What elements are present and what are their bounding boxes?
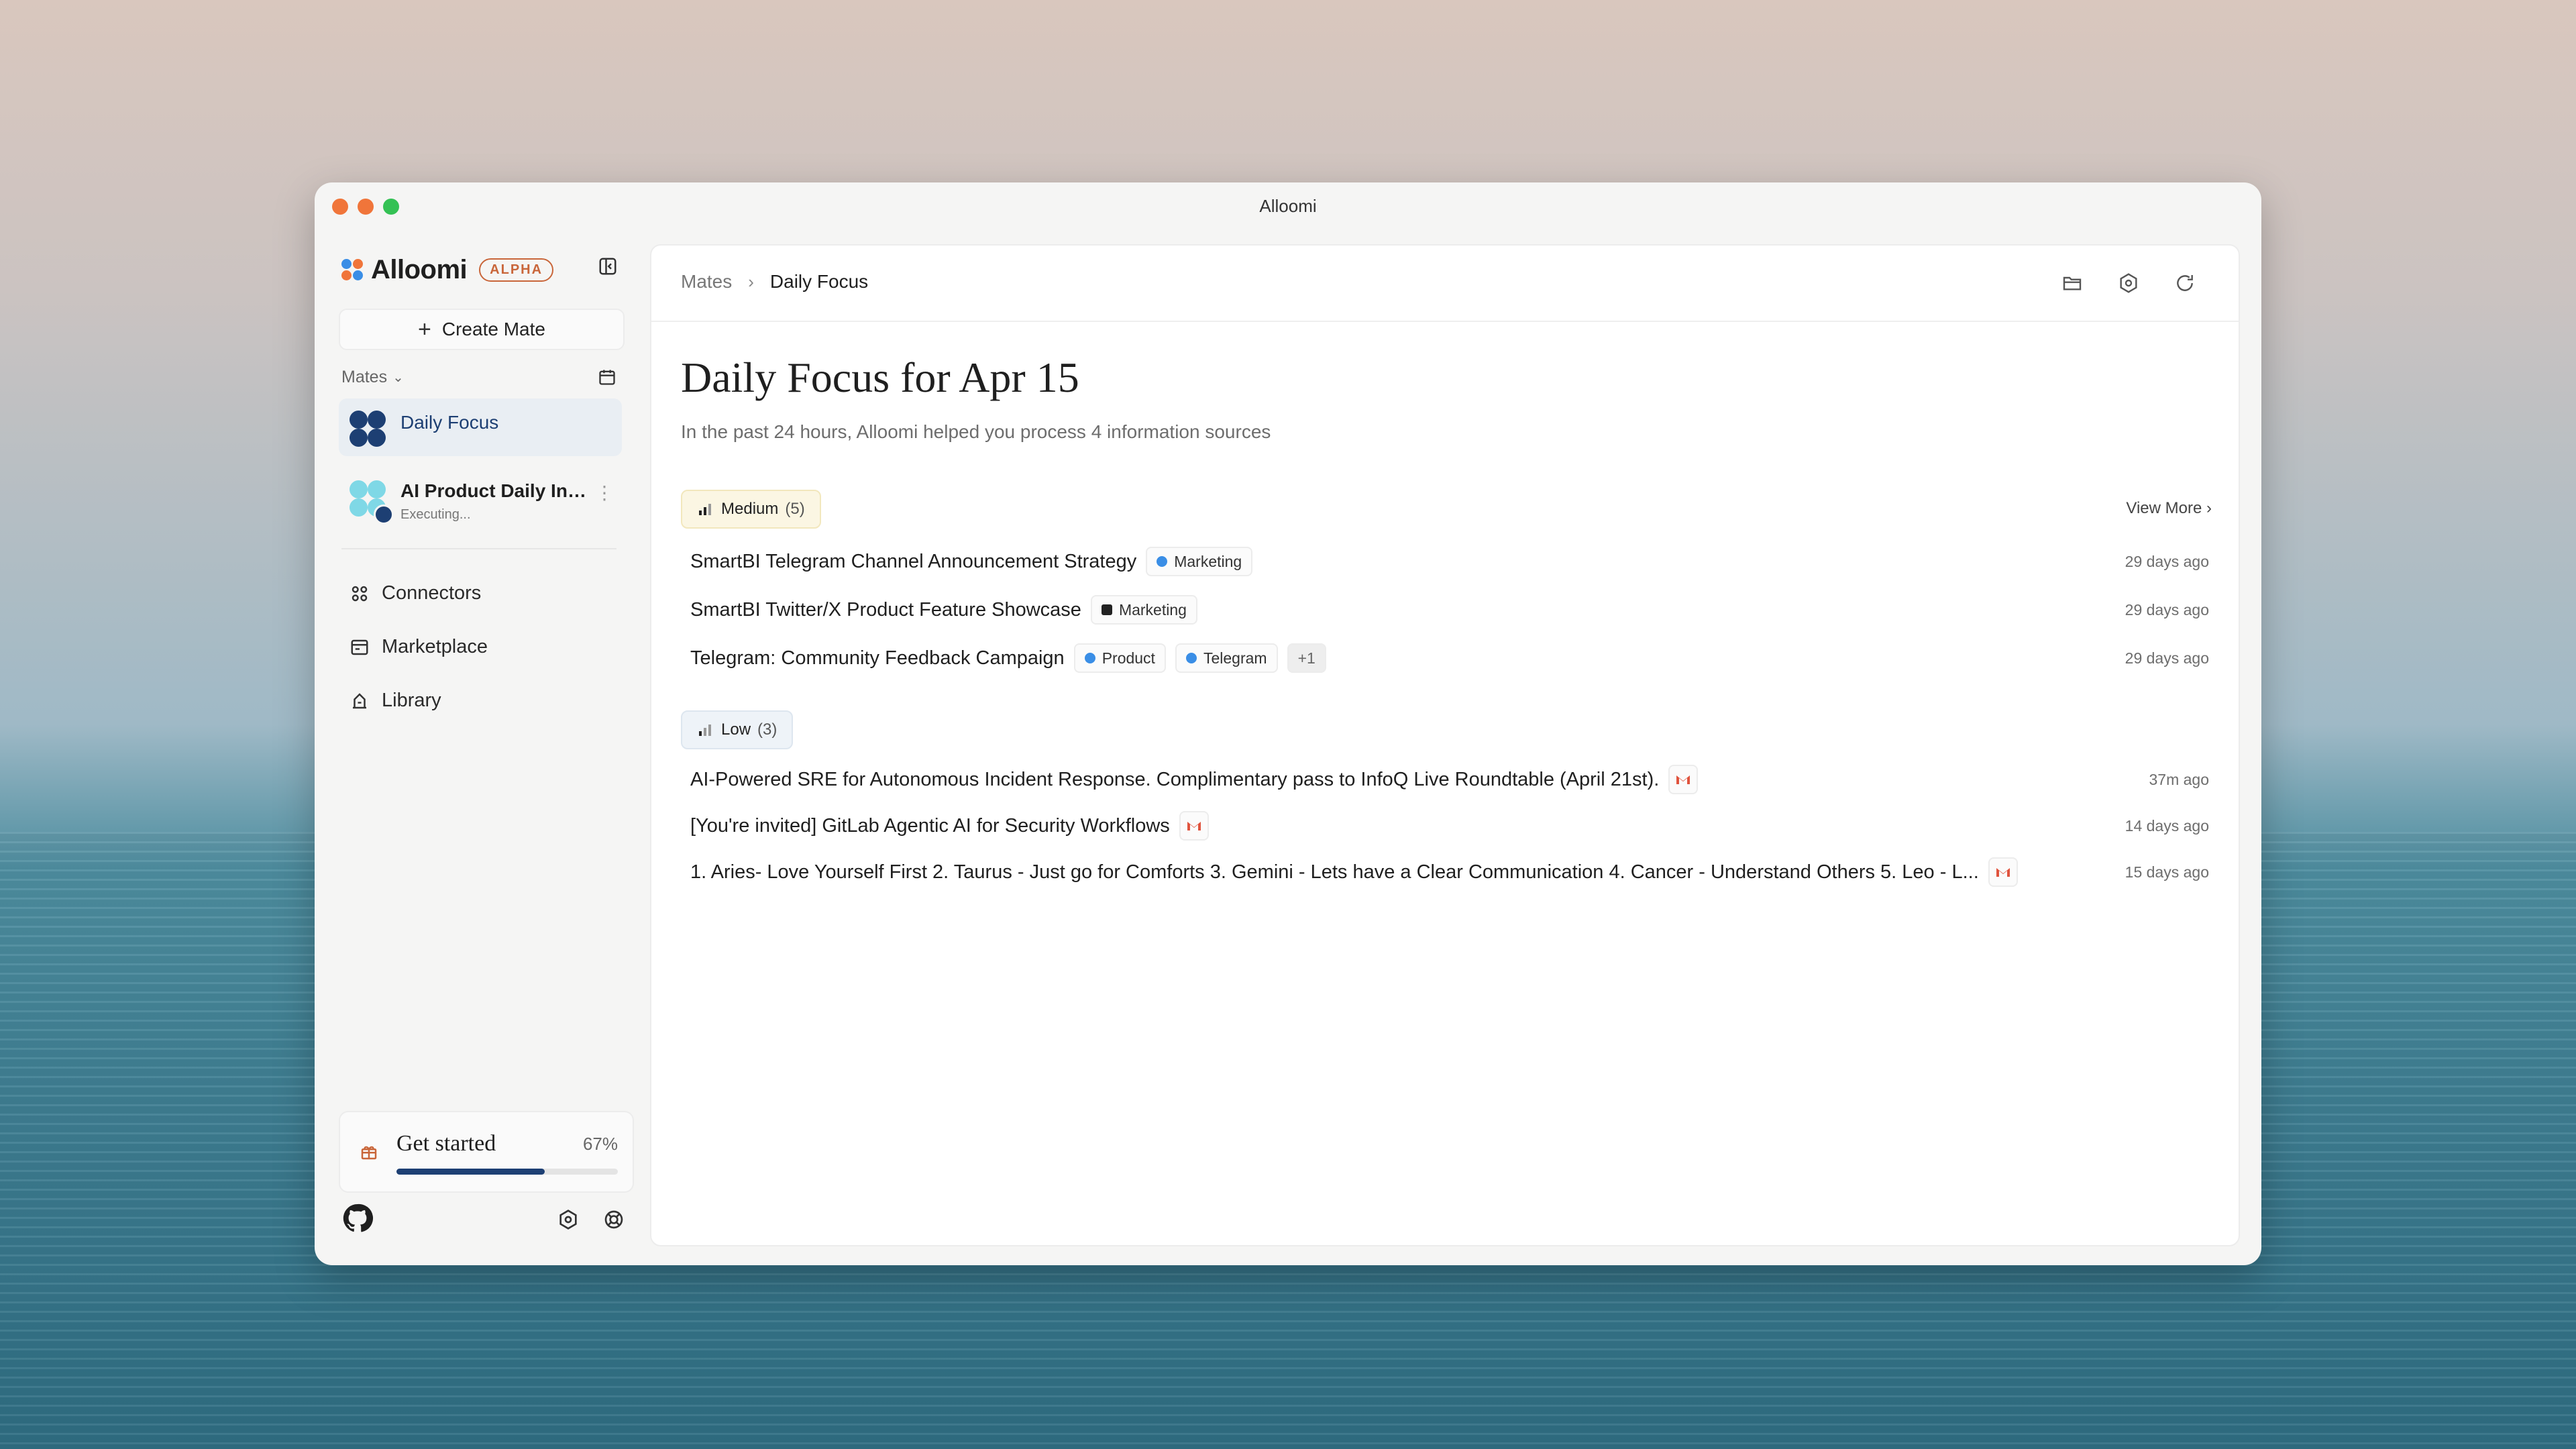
page-title: Daily Focus for Apr 15 bbox=[681, 354, 1079, 401]
get-started-card[interactable]: Get started 67% bbox=[339, 1111, 634, 1193]
alpha-badge: ALPHA bbox=[479, 258, 554, 282]
x-icon bbox=[1101, 604, 1112, 615]
title-bar: Alloomi bbox=[315, 182, 2261, 229]
folder-icon[interactable] bbox=[2061, 272, 2083, 294]
app-window: Alloomi Alloomi ALPHA + Create Mate Mate… bbox=[315, 182, 2261, 1265]
main-panel: Mates › Daily Focus Daily Focus for Apr … bbox=[650, 244, 2240, 1246]
sidebar-bottom-bar bbox=[341, 1202, 623, 1236]
create-mate-label: Create Mate bbox=[441, 319, 545, 339]
get-started-title: Get started bbox=[396, 1131, 496, 1156]
item-title: SmartBI Twitter/X Product Feature Showca… bbox=[690, 598, 1081, 621]
item-time: 15 days ago bbox=[2125, 863, 2209, 881]
create-mate-button[interactable]: + Create Mate bbox=[339, 309, 625, 350]
chip-label: Low bbox=[721, 720, 751, 739]
priority-chip-low[interactable]: Low (3) bbox=[681, 710, 794, 749]
sidebar-divider bbox=[341, 548, 616, 549]
list-item[interactable]: SmartBI Telegram Channel Announcement St… bbox=[690, 544, 2209, 579]
item-title: Telegram: Community Feedback Campaign bbox=[690, 647, 1065, 669]
mate-name: Daily Focus bbox=[400, 412, 499, 433]
mate-status: Executing... bbox=[400, 507, 471, 522]
breadcrumb-current: Daily Focus bbox=[769, 271, 869, 292]
github-icon[interactable] bbox=[341, 1202, 374, 1234]
item-title: SmartBI Telegram Channel Announcement St… bbox=[690, 550, 1137, 572]
connectors-icon bbox=[352, 586, 368, 601]
sidebar-item-label: Marketplace bbox=[382, 636, 488, 657]
gmail-icon bbox=[1668, 765, 1699, 794]
gmail-icon bbox=[1988, 857, 2018, 887]
breadcrumb: Mates › Daily Focus bbox=[681, 271, 868, 292]
logo-icon bbox=[341, 258, 364, 282]
sidebar-item-label: Connectors bbox=[382, 582, 482, 604]
sidebar-collapse-icon[interactable] bbox=[598, 256, 618, 276]
item-title: 1. Aries- Love Yourself First 2. Taurus … bbox=[690, 861, 1979, 883]
chip-count: (5) bbox=[785, 500, 805, 518]
logo-text: Alloomi bbox=[371, 255, 468, 284]
progress-fill bbox=[396, 1169, 545, 1175]
refresh-icon[interactable] bbox=[2174, 272, 2196, 294]
help-icon[interactable] bbox=[603, 1209, 625, 1230]
mate-avatar bbox=[350, 411, 386, 447]
item-time: 14 days ago bbox=[2125, 816, 2209, 835]
chip-label: Medium bbox=[721, 500, 779, 518]
get-started-progress-bar bbox=[396, 1169, 618, 1175]
more-options-icon[interactable]: ⋮ bbox=[595, 482, 614, 504]
app-logo: Alloomi ALPHA bbox=[341, 255, 554, 285]
chevron-down-icon[interactable]: ⌄ bbox=[392, 369, 404, 386]
item-time: 29 days ago bbox=[2125, 649, 2209, 667]
mate-item-daily-focus[interactable]: Daily Focus bbox=[339, 398, 622, 456]
priority-chip-medium[interactable]: Medium (5) bbox=[681, 490, 821, 529]
sidebar-item-library[interactable]: Library bbox=[350, 690, 441, 712]
list-item[interactable]: [You're invited] GitLab Agentic AI for S… bbox=[690, 808, 2209, 843]
settings-icon[interactable] bbox=[2118, 272, 2139, 294]
list-item[interactable]: AI-Powered SRE for Autonomous Incident R… bbox=[690, 762, 2209, 797]
get-started-percent: 67% bbox=[582, 1134, 618, 1154]
list-item[interactable]: 1. Aries- Love Yourself First 2. Taurus … bbox=[690, 855, 2209, 890]
list-item[interactable]: SmartBI Twitter/X Product Feature Showca… bbox=[690, 592, 2209, 627]
tag: Product bbox=[1073, 643, 1166, 673]
telegram-icon bbox=[1084, 653, 1095, 663]
calendar-icon[interactable] bbox=[598, 368, 616, 386]
sidebar-item-marketplace[interactable]: Marketplace bbox=[350, 636, 488, 658]
executing-status-icon bbox=[374, 504, 394, 525]
tag: Telegram bbox=[1175, 643, 1278, 673]
mates-label[interactable]: Mates bbox=[341, 368, 387, 387]
more-tags-badge[interactable]: +1 bbox=[1287, 643, 1326, 673]
tag: Marketing bbox=[1090, 595, 1197, 625]
chip-count: (3) bbox=[757, 720, 777, 739]
list-item[interactable]: Telegram: Community Feedback Campaign Pr… bbox=[690, 641, 2209, 676]
item-title: [You're invited] GitLab Agentic AI for S… bbox=[690, 814, 1170, 837]
telegram-icon bbox=[1157, 556, 1168, 567]
mate-item-ai-product-daily[interactable]: AI Product Daily Intelligence Executing.… bbox=[339, 467, 622, 529]
telegram-icon bbox=[1185, 653, 1197, 663]
settings-icon[interactable] bbox=[557, 1209, 579, 1230]
mate-name: AI Product Daily Intelligence bbox=[400, 480, 588, 501]
item-time: 29 days ago bbox=[2125, 552, 2209, 570]
breadcrumb-root[interactable]: Mates bbox=[681, 271, 732, 292]
chevron-right-icon: › bbox=[748, 271, 754, 292]
tag: Marketing bbox=[1146, 547, 1253, 576]
window-title: Alloomi bbox=[1259, 196, 1317, 216]
item-title: AI-Powered SRE for Autonomous Incident R… bbox=[690, 768, 1660, 790]
page-subtitle: In the past 24 hours, Alloomi helped you… bbox=[681, 421, 1271, 442]
plus-icon: + bbox=[418, 316, 431, 342]
sidebar-item-connectors[interactable]: Connectors bbox=[350, 582, 481, 604]
signal-bars-icon bbox=[699, 504, 711, 515]
mates-section-header: Mates ⌄ bbox=[341, 364, 616, 390]
marketplace-icon bbox=[351, 639, 368, 655]
signal-bars-icon bbox=[699, 724, 711, 736]
chevron-right-icon: › bbox=[2206, 499, 2212, 517]
library-icon bbox=[353, 692, 366, 708]
gift-icon bbox=[359, 1142, 379, 1162]
item-time: 37m ago bbox=[2149, 770, 2209, 788]
view-more-link[interactable]: View More › bbox=[2126, 499, 2212, 518]
gmail-icon bbox=[1179, 811, 1209, 841]
main-topbar: Mates › Daily Focus bbox=[651, 246, 2239, 322]
sidebar-item-label: Library bbox=[382, 690, 441, 711]
item-time: 29 days ago bbox=[2125, 600, 2209, 619]
